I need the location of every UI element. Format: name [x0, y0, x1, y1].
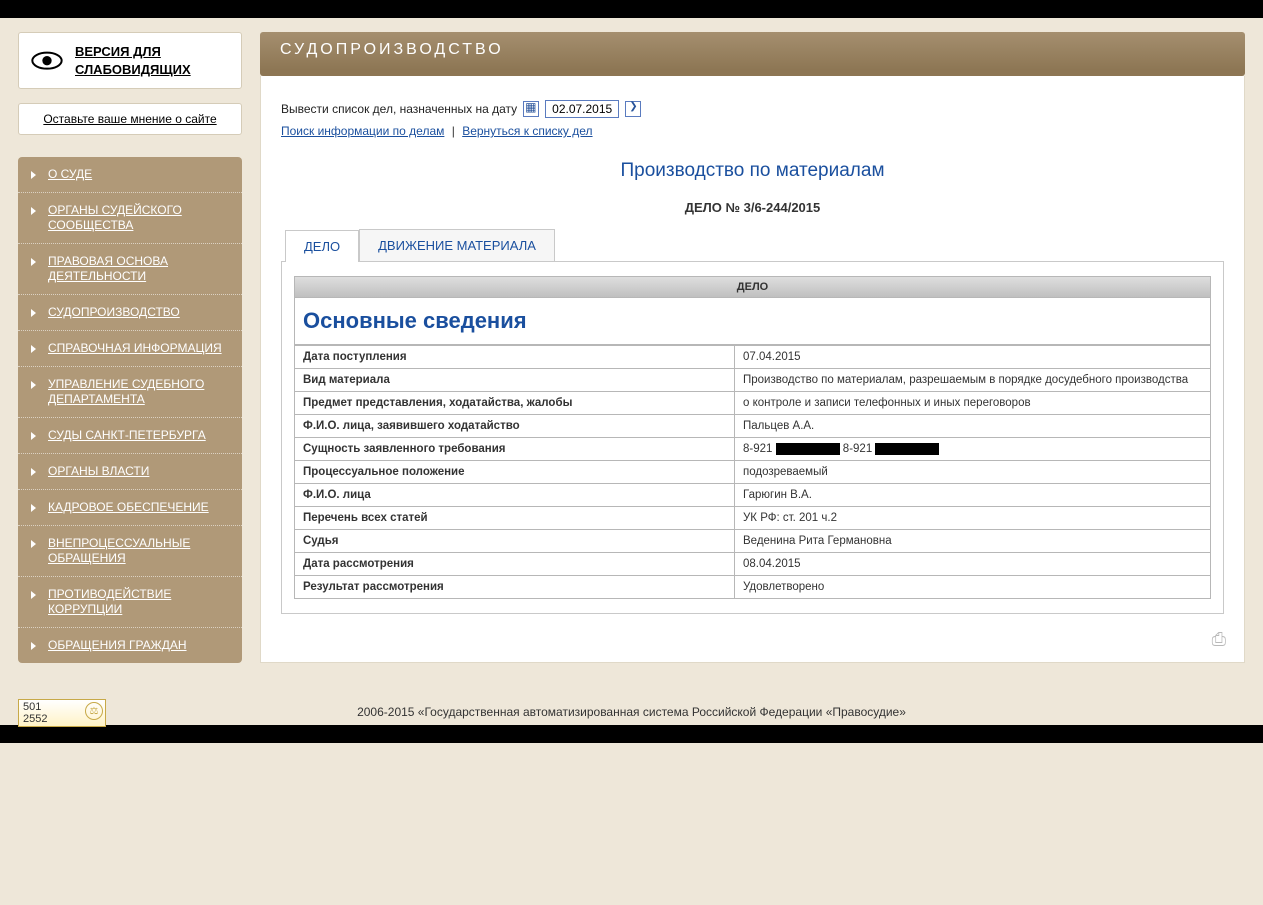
page-title-banner: СУДОПРОИЗВОДСТВО	[260, 32, 1245, 70]
top-black-bar	[0, 0, 1263, 18]
sidebar-item-department[interactable]: УПРАВЛЕНИЕ СУДЕБНОГО ДЕПАРТАМЕНТА	[18, 367, 242, 418]
accessibility-link[interactable]: ВЕРСИЯ ДЛЯ СЛАБОВИДЯЩИХ	[18, 32, 242, 89]
row-key: Сущность заявленного требования	[295, 438, 735, 461]
sidebar-item-authorities[interactable]: ОРГАНЫ ВЛАСТИ	[18, 454, 242, 490]
row-value: Веденина Рита Германовна	[735, 530, 1211, 553]
redacted-block	[875, 443, 939, 455]
row-value: УК РФ: ст. 201 ч.2	[735, 507, 1211, 530]
table-row: Результат рассмотренияУдовлетворено	[295, 576, 1211, 599]
row-key: Ф.И.О. лица	[295, 484, 735, 507]
counter-line1: 501	[23, 701, 83, 713]
row-value: Производство по материалам, разрешаемым …	[735, 369, 1211, 392]
content-area: Вывести список дел, назначенных на дату …	[260, 76, 1245, 663]
link-search-cases[interactable]: Поиск информации по делам	[281, 124, 444, 138]
feedback-label: Оставьте ваше мнение о сайте	[43, 112, 216, 126]
sidebar-item-about[interactable]: О СУДЕ	[18, 157, 242, 193]
footer: 501 2552 ⚖ 2006-2015 «Государственная ав…	[0, 691, 1263, 725]
table-row: Перечень всех статейУК РФ: ст. 201 ч.2	[295, 507, 1211, 530]
calendar-icon[interactable]	[523, 101, 539, 117]
sidebar-item-judicial-bodies[interactable]: ОРГАНЫ СУДЕЙСКОГО СООБЩЕСТВА	[18, 193, 242, 244]
sidebar-item-hr[interactable]: КАДРОВОЕ ОБЕСПЕЧЕНИЕ	[18, 490, 242, 526]
link-back-to-list[interactable]: Вернуться к списку дел	[462, 124, 592, 138]
print-icon[interactable]: ⎙	[1212, 629, 1226, 650]
sidebar-item-legal-basis[interactable]: ПРАВОВАЯ ОСНОВА ДЕЯТЕЛЬНОСТИ	[18, 244, 242, 295]
table-row: Процессуальное положениеподозреваемый	[295, 461, 1211, 484]
visit-counter[interactable]: 501 2552 ⚖	[18, 699, 106, 727]
eye-icon	[31, 50, 63, 72]
tab-case[interactable]: ДЕЛО	[285, 230, 359, 262]
sidebar-item-citizen-appeals[interactable]: ОБРАЩЕНИЯ ГРАЖДАН	[18, 628, 242, 663]
sidebar-item-reference[interactable]: СПРАВОЧНАЯ ИНФОРМАЦИЯ	[18, 331, 242, 367]
date-input[interactable]: 02.07.2015	[545, 100, 619, 118]
sidebar-item-anticorruption[interactable]: ПРОТИВОДЕЙСТВИЕ КОРРУПЦИИ	[18, 577, 242, 628]
row-key: Процессуальное положение	[295, 461, 735, 484]
row-value: Пальцев А.А.	[735, 415, 1211, 438]
table-row: Дата поступления07.04.2015	[295, 346, 1211, 369]
row-key: Результат рассмотрения	[295, 576, 735, 599]
table-row: Вид материалаПроизводство по материалам,…	[295, 369, 1211, 392]
footer-text: 2006-2015 «Государственная автоматизиров…	[18, 705, 1245, 719]
sidebar-item-extra-appeals[interactable]: ВНЕПРОЦЕССУАЛЬНЫЕ ОБРАЩЕНИЯ	[18, 526, 242, 577]
row-value: 08.04.2015	[735, 553, 1211, 576]
case-card: ДЕЛО Основные сведения Дата поступления0…	[281, 261, 1224, 614]
bottom-black-bar	[0, 725, 1263, 743]
feedback-link[interactable]: Оставьте ваше мнение о сайте	[18, 103, 242, 135]
counter-badge-icon: ⚖	[85, 702, 103, 720]
table-row: Ф.И.О. лицаГарюгин В.А.	[295, 484, 1211, 507]
row-key: Вид материала	[295, 369, 735, 392]
accessibility-label: ВЕРСИЯ ДЛЯ СЛАБОВИДЯЩИХ	[75, 43, 229, 78]
page-title: СУДОПРОИЗВОДСТВО	[280, 41, 504, 58]
row-key: Перечень всех статей	[295, 507, 735, 530]
case-number: ДЕЛО № 3/6-244/2015	[281, 200, 1224, 215]
row-value: о контроле и записи телефонных и иных пе…	[735, 392, 1211, 415]
filter-label: Вывести список дел, назначенных на дату	[281, 102, 517, 116]
info-table: Дата поступления07.04.2015Вид материалаП…	[294, 345, 1211, 599]
table-row: СудьяВеденина Рита Германовна	[295, 530, 1211, 553]
redacted-block	[776, 443, 840, 455]
row-value: подозреваемый	[735, 461, 1211, 484]
production-title: Производство по материалам	[281, 160, 1224, 182]
row-value: 8-921 8-921	[735, 438, 1211, 461]
table-row: Сущность заявленного требования8-921 8-9…	[295, 438, 1211, 461]
tab-movement[interactable]: ДВИЖЕНИЕ МАТЕРИАЛА	[359, 229, 555, 261]
section-title: Основные сведения	[294, 298, 1211, 345]
separator: |	[452, 124, 455, 138]
row-key: Дата рассмотрения	[295, 553, 735, 576]
row-key: Дата поступления	[295, 346, 735, 369]
sidebar-menu: О СУДЕ ОРГАНЫ СУДЕЙСКОГО СООБЩЕСТВА ПРАВ…	[18, 157, 242, 663]
row-key: Судья	[295, 530, 735, 553]
sidebar-item-proceedings[interactable]: СУДОПРОИЗВОДСТВО	[18, 295, 242, 331]
table-row: Ф.И.О. лица, заявившего ходатайствоПальц…	[295, 415, 1211, 438]
table-row: Дата рассмотрения08.04.2015	[295, 553, 1211, 576]
row-value: Удовлетворено	[735, 576, 1211, 599]
counter-line2: 2552	[23, 713, 83, 725]
row-value: Гарюгин В.А.	[735, 484, 1211, 507]
table-header: ДЕЛО	[294, 276, 1211, 298]
row-value: 07.04.2015	[735, 346, 1211, 369]
table-row: Предмет представления, ходатайства, жало…	[295, 392, 1211, 415]
date-go-icon[interactable]	[625, 101, 641, 117]
row-key: Ф.И.О. лица, заявившего ходатайство	[295, 415, 735, 438]
row-key: Предмет представления, ходатайства, жало…	[295, 392, 735, 415]
sidebar-item-spb-courts[interactable]: СУДЫ САНКТ-ПЕТЕРБУРГА	[18, 418, 242, 454]
